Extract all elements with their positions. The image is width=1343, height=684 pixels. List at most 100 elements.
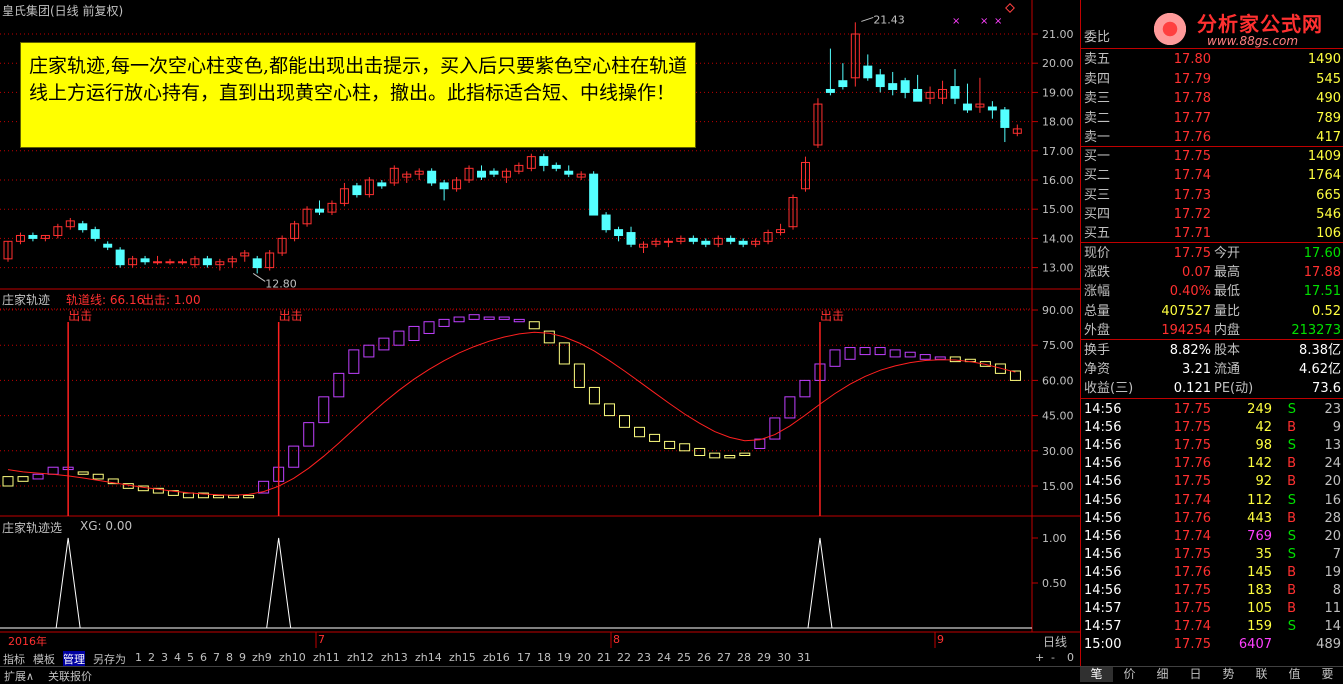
formula-tab-31[interactable]: 27 xyxy=(717,651,731,664)
sell-level-row: 卖一 17.76 417 xyxy=(1081,128,1343,147)
zoom-control-1[interactable]: - xyxy=(1051,651,1055,664)
price-tick-label: 19.00 xyxy=(1042,86,1074,99)
panel-tab-4[interactable]: 势 xyxy=(1212,667,1245,682)
tick-time: 15:00 xyxy=(1084,637,1122,653)
formula-tab-0[interactable]: 指标 xyxy=(3,651,25,667)
buy-price: 17.71 xyxy=(1173,226,1211,242)
zoom-control-2[interactable]: 0 xyxy=(1067,651,1074,664)
candle-body xyxy=(875,74,885,88)
price-tick-label: 21.00 xyxy=(1042,28,1074,41)
track-box xyxy=(77,471,89,475)
formula-tab-15[interactable]: zh11 xyxy=(313,651,340,664)
track-box xyxy=(1009,370,1021,381)
formula-tab-11[interactable]: 8 xyxy=(226,651,233,664)
quote-value: 17.51 xyxy=(1303,284,1341,300)
tick-time: 14:56 xyxy=(1084,438,1122,454)
order-book-top-divider xyxy=(1081,48,1343,49)
formula-tab-10[interactable]: 7 xyxy=(213,651,220,664)
sell-volume: 490 xyxy=(1316,91,1341,106)
formula-tab-7[interactable]: 4 xyxy=(174,651,181,664)
panel-tab-0[interactable]: 笔 xyxy=(1080,667,1113,682)
formula-tab-5[interactable]: 2 xyxy=(148,651,155,664)
tick-count: 9 xyxy=(1332,420,1341,436)
track-box xyxy=(483,316,495,320)
tick-price: 17.75 xyxy=(1173,546,1211,562)
track-box xyxy=(348,349,360,374)
formula-tab-22[interactable]: 18 xyxy=(537,651,551,664)
panel-tab-2[interactable]: 细 xyxy=(1146,667,1179,682)
formula-tab-27[interactable]: 23 xyxy=(637,651,651,664)
tick-count: 14 xyxy=(1324,619,1341,635)
formula-tab-32[interactable]: 28 xyxy=(737,651,751,664)
formula-tab-18[interactable]: zh14 xyxy=(415,651,442,664)
track-box xyxy=(318,396,330,424)
formula-tab-26[interactable]: 22 xyxy=(617,651,631,664)
price-tick-label: 15.00 xyxy=(1042,203,1074,216)
indicator1-title: 庄家轨迹 xyxy=(2,293,51,307)
panel-tab-6[interactable]: 值 xyxy=(1278,667,1311,682)
ticks-divider xyxy=(1081,398,1343,399)
formula-tab-9[interactable]: 6 xyxy=(200,651,207,664)
formula-tab-17[interactable]: zh13 xyxy=(381,651,408,664)
formula-tab-14[interactable]: zh10 xyxy=(279,651,306,664)
formula-tab-2[interactable]: 管理 xyxy=(63,651,85,667)
formula-tab-1[interactable]: 模板 xyxy=(33,651,55,667)
formula-tab-16[interactable]: zh12 xyxy=(347,651,374,664)
order-ratio-row: 委比 xyxy=(1081,28,1343,47)
tick-direction: S xyxy=(1287,528,1296,544)
buy-price: 17.75 xyxy=(1173,149,1211,164)
zoom-control-0[interactable]: + xyxy=(1035,651,1044,664)
tick-count: 19 xyxy=(1324,564,1341,580)
buy-volume: 1409 xyxy=(1307,149,1341,164)
track-box xyxy=(889,349,901,358)
sell-price: 17.76 xyxy=(1173,130,1211,145)
track-box xyxy=(182,492,194,499)
formula-tab-25[interactable]: 21 xyxy=(597,651,611,664)
stats-label: 净资 xyxy=(1084,362,1111,377)
candle-body xyxy=(427,170,437,184)
quote-label: 最高 xyxy=(1214,265,1241,281)
candle-body xyxy=(28,234,38,239)
formula-tab-34[interactable]: 30 xyxy=(777,651,791,664)
track-box xyxy=(468,314,480,320)
formula-tab-23[interactable]: 19 xyxy=(557,651,571,664)
formula-tab-8[interactable]: 5 xyxy=(187,651,194,664)
formula-tab-33[interactable]: 29 xyxy=(757,651,771,664)
period-label[interactable]: 日线 xyxy=(1043,633,1067,650)
order-book-bottom-divider xyxy=(1081,242,1343,243)
formula-tab-30[interactable]: 26 xyxy=(697,651,711,664)
signal-label: 出击 xyxy=(820,309,844,323)
tick-direction: B xyxy=(1287,420,1296,436)
formula-tab-21[interactable]: 17 xyxy=(517,651,531,664)
panel-tab-5[interactable]: 联 xyxy=(1245,667,1278,682)
candle-body xyxy=(477,170,487,178)
formula-tab-13[interactable]: zh9 xyxy=(252,651,272,664)
candle-body xyxy=(539,156,549,166)
candle-body xyxy=(202,258,212,266)
track-box xyxy=(694,447,706,456)
buy-level-label: 买二 xyxy=(1084,168,1111,184)
formula-tab-12[interactable]: 9 xyxy=(239,651,246,664)
panel-tab-1[interactable]: 价 xyxy=(1113,667,1146,682)
formula-tab-24[interactable]: 20 xyxy=(577,651,591,664)
track-box xyxy=(709,452,721,459)
price-tick-label: 17.00 xyxy=(1042,145,1074,158)
track-box xyxy=(438,318,450,327)
formula-tab-19[interactable]: zh15 xyxy=(449,651,476,664)
formula-tab-20[interactable]: zb16 xyxy=(483,651,510,664)
candle-body xyxy=(352,185,362,196)
panel-tab-7[interactable]: 要 xyxy=(1311,667,1343,682)
track-box xyxy=(844,347,856,360)
formula-tab-35[interactable]: 31 xyxy=(797,651,811,664)
formula-tab-4[interactable]: 1 xyxy=(135,651,142,664)
panel-tab-3[interactable]: 日 xyxy=(1179,667,1212,682)
formula-tab-29[interactable]: 25 xyxy=(677,651,691,664)
buy-price: 17.72 xyxy=(1173,206,1211,222)
formula-tab-3[interactable]: 另存为 xyxy=(93,651,126,667)
stats-value: 0.121 xyxy=(1173,381,1211,396)
formula-tab-28[interactable]: 24 xyxy=(657,651,671,664)
formula-tab-6[interactable]: 3 xyxy=(161,651,168,664)
candle-body xyxy=(140,258,150,263)
candle-body xyxy=(863,65,873,79)
low-marker-line xyxy=(252,273,266,282)
